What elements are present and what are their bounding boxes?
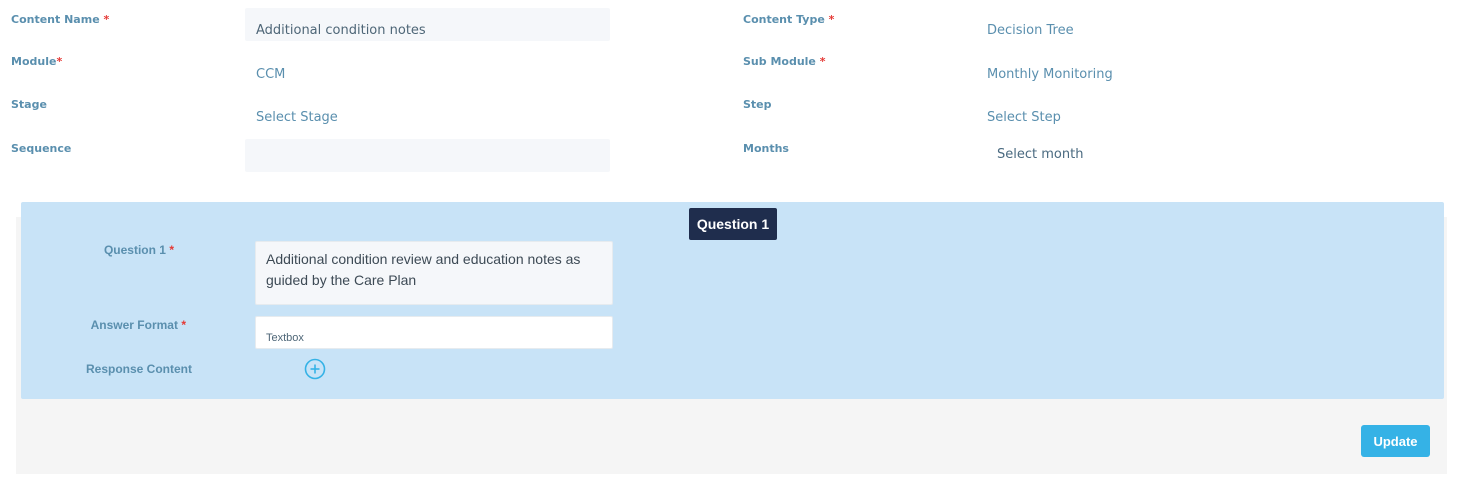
months-label: Months <box>743 142 789 155</box>
required-mark: * <box>181 318 186 332</box>
sub-module-label-text: Sub Module <box>743 55 816 68</box>
required-mark: * <box>169 243 174 257</box>
answer-format-label-text: Answer Format <box>90 318 178 332</box>
update-button[interactable]: Update <box>1361 425 1430 457</box>
months-select[interactable]: Select month <box>997 147 1083 162</box>
sequence-label: Sequence <box>11 142 72 155</box>
required-mark: * <box>819 55 826 68</box>
sub-module-select[interactable]: Monthly Monitoring <box>987 67 1113 82</box>
response-content-label: Response Content <box>85 362 192 376</box>
required-mark: * <box>56 55 63 68</box>
module-value: CCM <box>256 67 286 82</box>
content-type-select[interactable]: Decision Tree <box>987 23 1074 38</box>
required-mark: * <box>103 13 110 26</box>
question-label: Question 1 * <box>60 243 174 257</box>
question-text-input[interactable]: Additional condition review and educatio… <box>255 241 613 305</box>
content-name-label-text: Content Name <box>11 13 100 26</box>
step-label: Step <box>743 98 772 111</box>
content-name-label: Content Name * <box>11 13 109 26</box>
answer-format-label: Answer Format * <box>40 318 186 332</box>
content-type-label-text: Content Type <box>743 13 825 26</box>
add-response-button[interactable] <box>304 358 326 380</box>
module-label-text: Module <box>11 55 57 68</box>
content-name-value: Additional condition notes <box>256 23 426 38</box>
stage-label: Stage <box>11 98 47 111</box>
plus-circle-icon <box>304 358 326 380</box>
module-label: Module* <box>11 55 62 68</box>
stage-select[interactable]: Select Stage <box>256 110 338 125</box>
question-badge: Question 1 <box>689 208 777 240</box>
answer-format-select[interactable]: Textbox <box>255 316 613 349</box>
content-name-field[interactable]: Additional condition notes <box>245 8 610 41</box>
sub-module-label: Sub Module * <box>743 55 826 68</box>
required-mark: * <box>828 13 835 26</box>
content-type-label: Content Type * <box>743 13 834 26</box>
step-select[interactable]: Select Step <box>987 110 1061 125</box>
sequence-input[interactable] <box>245 139 610 172</box>
question-label-text: Question 1 <box>103 243 166 257</box>
